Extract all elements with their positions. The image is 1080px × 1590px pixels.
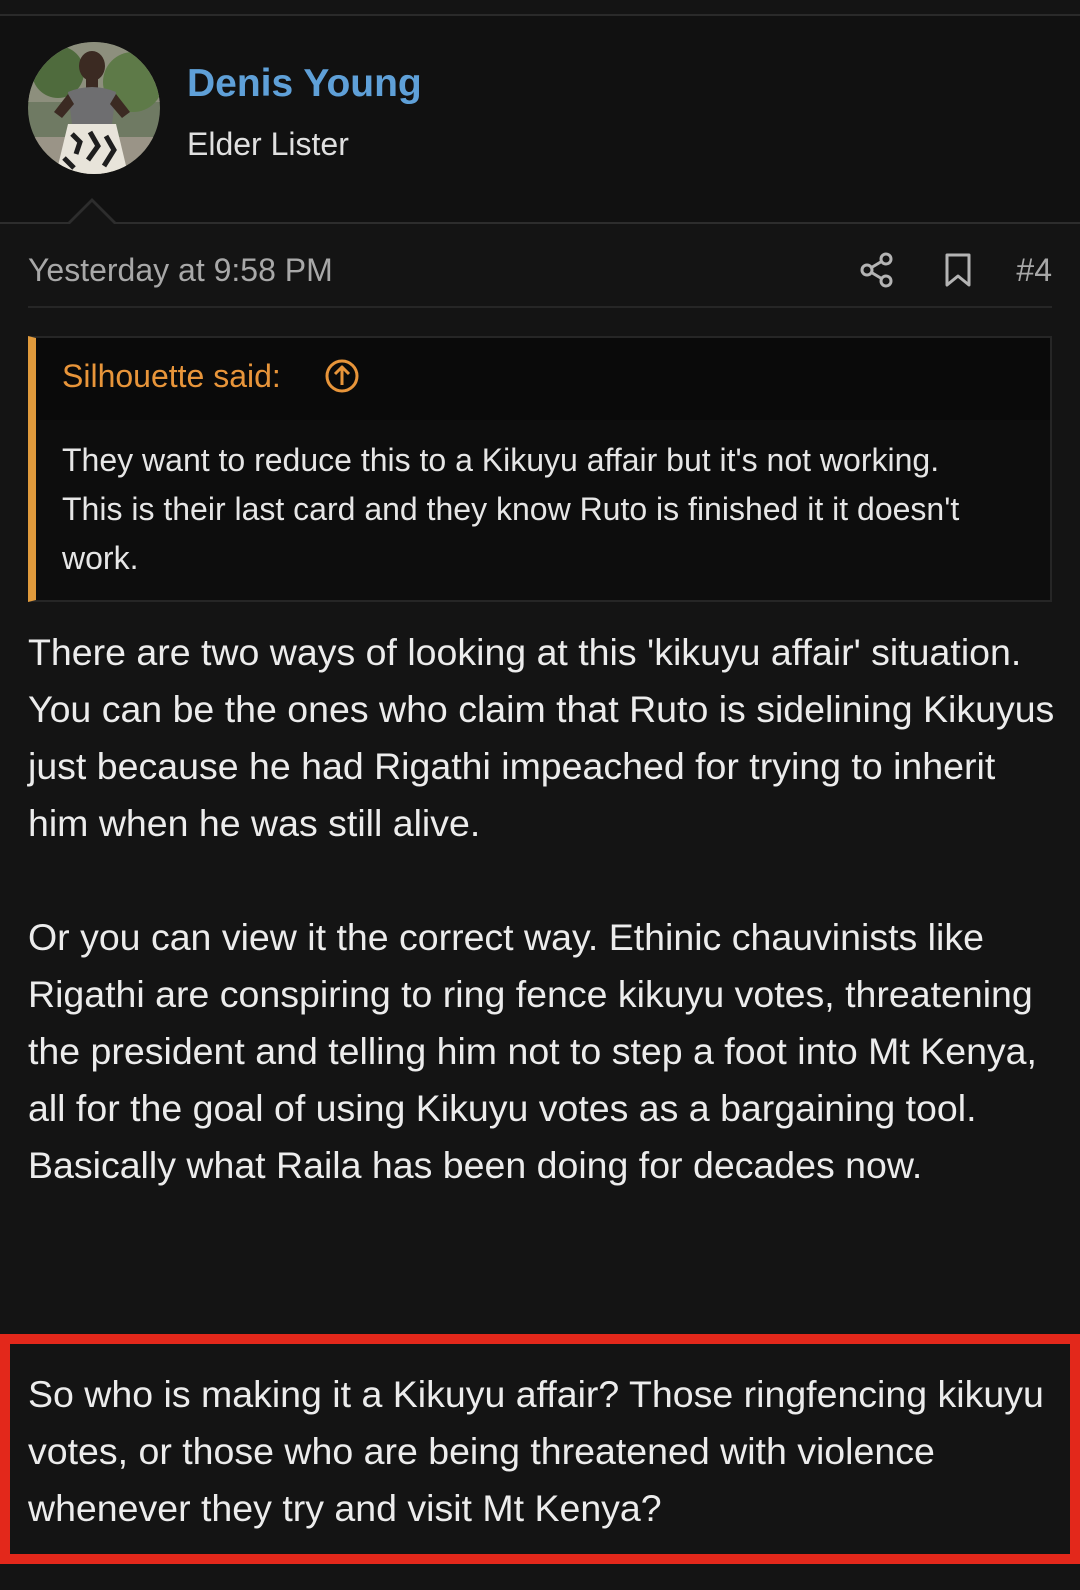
quote-block: Silhouette said: They want to reduce thi… (28, 336, 1052, 602)
avatar-image (28, 42, 160, 174)
username-link[interactable]: Denis Young (187, 62, 422, 106)
share-icon[interactable] (860, 252, 894, 288)
bottom-spacer (0, 1564, 1080, 1590)
post-paragraph: Or you can view it the correct way. Ethi… (28, 916, 1037, 1186)
highlighted-paragraph-box: So who is making it a Kikuyu affair? Tho… (0, 1334, 1080, 1564)
quote-text: They want to reduce this to a Kikuyu aff… (62, 442, 960, 576)
bookmark-icon[interactable] (943, 252, 973, 288)
post-meta-bar: Yesterday at 9:58 PM #4 (28, 250, 1052, 308)
post-number-link[interactable]: #4 (1016, 252, 1052, 289)
header-pointer-fill (70, 202, 114, 224)
avatar[interactable] (28, 42, 160, 174)
quote-author[interactable]: Silhouette said: (62, 358, 281, 395)
post-author-header: Denis Young Elder Lister (0, 16, 1080, 224)
arrow-up-circle-icon[interactable] (324, 358, 360, 394)
highlighted-paragraph: So who is making it a Kikuyu affair? Tho… (28, 1373, 1044, 1529)
quote-header: Silhouette said: (36, 338, 1050, 420)
post-paragraph: There are two ways of looking at this 'k… (28, 631, 1055, 844)
post-timestamp[interactable]: Yesterday at 9:58 PM (28, 252, 333, 289)
user-title: Elder Lister (187, 126, 349, 162)
post-body: There are two ways of looking at this 'k… (28, 624, 1058, 1194)
top-divider (0, 0, 1080, 16)
